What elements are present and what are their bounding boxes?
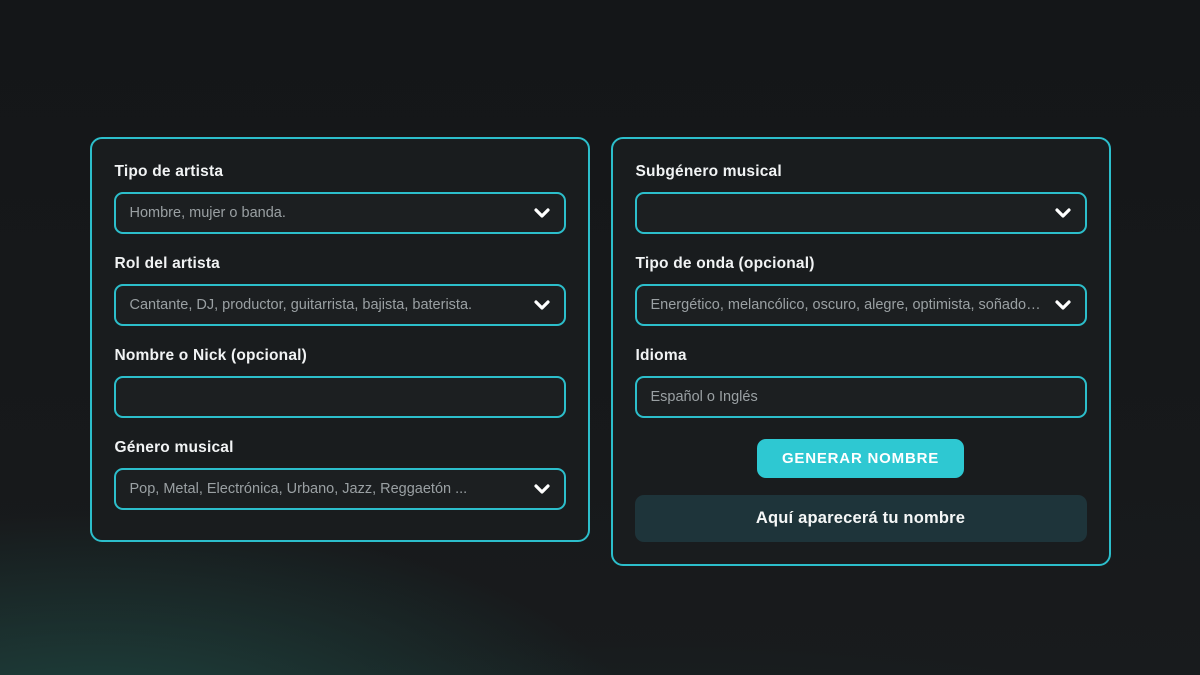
rol-del-artista-label: Rol del artista xyxy=(115,255,566,273)
nombre-nick-input[interactable] xyxy=(130,389,550,405)
idioma-input[interactable] xyxy=(651,389,1071,405)
chevron-down-icon xyxy=(534,300,550,310)
nombre-nick-label: Nombre o Nick (opcional) xyxy=(115,347,566,365)
subgenero-musical-label: Subgénero musical xyxy=(636,163,1087,181)
tipo-de-onda-select[interactable]: Energético, melancólico, oscuro, alegre,… xyxy=(635,284,1087,326)
field-nombre-nick: Nombre o Nick (opcional) xyxy=(114,347,566,418)
panel-right: Subgénero musical Tipo de onda (opcional… xyxy=(611,137,1111,566)
rol-del-artista-placeholder: Cantante, DJ, productor, guitarrista, ba… xyxy=(130,297,524,313)
field-rol-del-artista: Rol del artista Cantante, DJ, productor,… xyxy=(114,255,566,326)
subgenero-musical-select[interactable] xyxy=(635,192,1087,234)
chevron-down-icon xyxy=(534,208,550,218)
field-genero-musical: Género musical Pop, Metal, Electrónica, … xyxy=(114,439,566,510)
field-subgenero-musical: Subgénero musical xyxy=(635,163,1087,234)
generated-name-display: Aquí aparecerá tu nombre xyxy=(635,495,1087,542)
form-panels: Tipo de artista Hombre, mujer o banda. R… xyxy=(0,0,1200,566)
nombre-nick-field xyxy=(114,376,566,418)
tipo-de-onda-label: Tipo de onda (opcional) xyxy=(636,255,1087,273)
idioma-field xyxy=(635,376,1087,418)
chevron-down-icon xyxy=(1055,208,1071,218)
chevron-down-icon xyxy=(1055,300,1071,310)
genero-musical-placeholder: Pop, Metal, Electrónica, Urbano, Jazz, R… xyxy=(130,481,524,497)
field-tipo-de-onda: Tipo de onda (opcional) Energético, mela… xyxy=(635,255,1087,326)
panel-left: Tipo de artista Hombre, mujer o banda. R… xyxy=(90,137,590,542)
tipo-de-artista-select[interactable]: Hombre, mujer o banda. xyxy=(114,192,566,234)
idioma-label: Idioma xyxy=(636,347,1087,365)
field-idioma: Idioma xyxy=(635,347,1087,418)
tipo-de-artista-placeholder: Hombre, mujer o banda. xyxy=(130,205,524,221)
genero-musical-select[interactable]: Pop, Metal, Electrónica, Urbano, Jazz, R… xyxy=(114,468,566,510)
generar-nombre-button[interactable]: GENERAR NOMBRE xyxy=(757,439,964,478)
rol-del-artista-select[interactable]: Cantante, DJ, productor, guitarrista, ba… xyxy=(114,284,566,326)
field-tipo-de-artista: Tipo de artista Hombre, mujer o banda. xyxy=(114,163,566,234)
chevron-down-icon xyxy=(534,484,550,494)
tipo-de-onda-placeholder: Energético, melancólico, oscuro, alegre,… xyxy=(651,297,1045,313)
genero-musical-label: Género musical xyxy=(115,439,566,457)
tipo-de-artista-label: Tipo de artista xyxy=(115,163,566,181)
